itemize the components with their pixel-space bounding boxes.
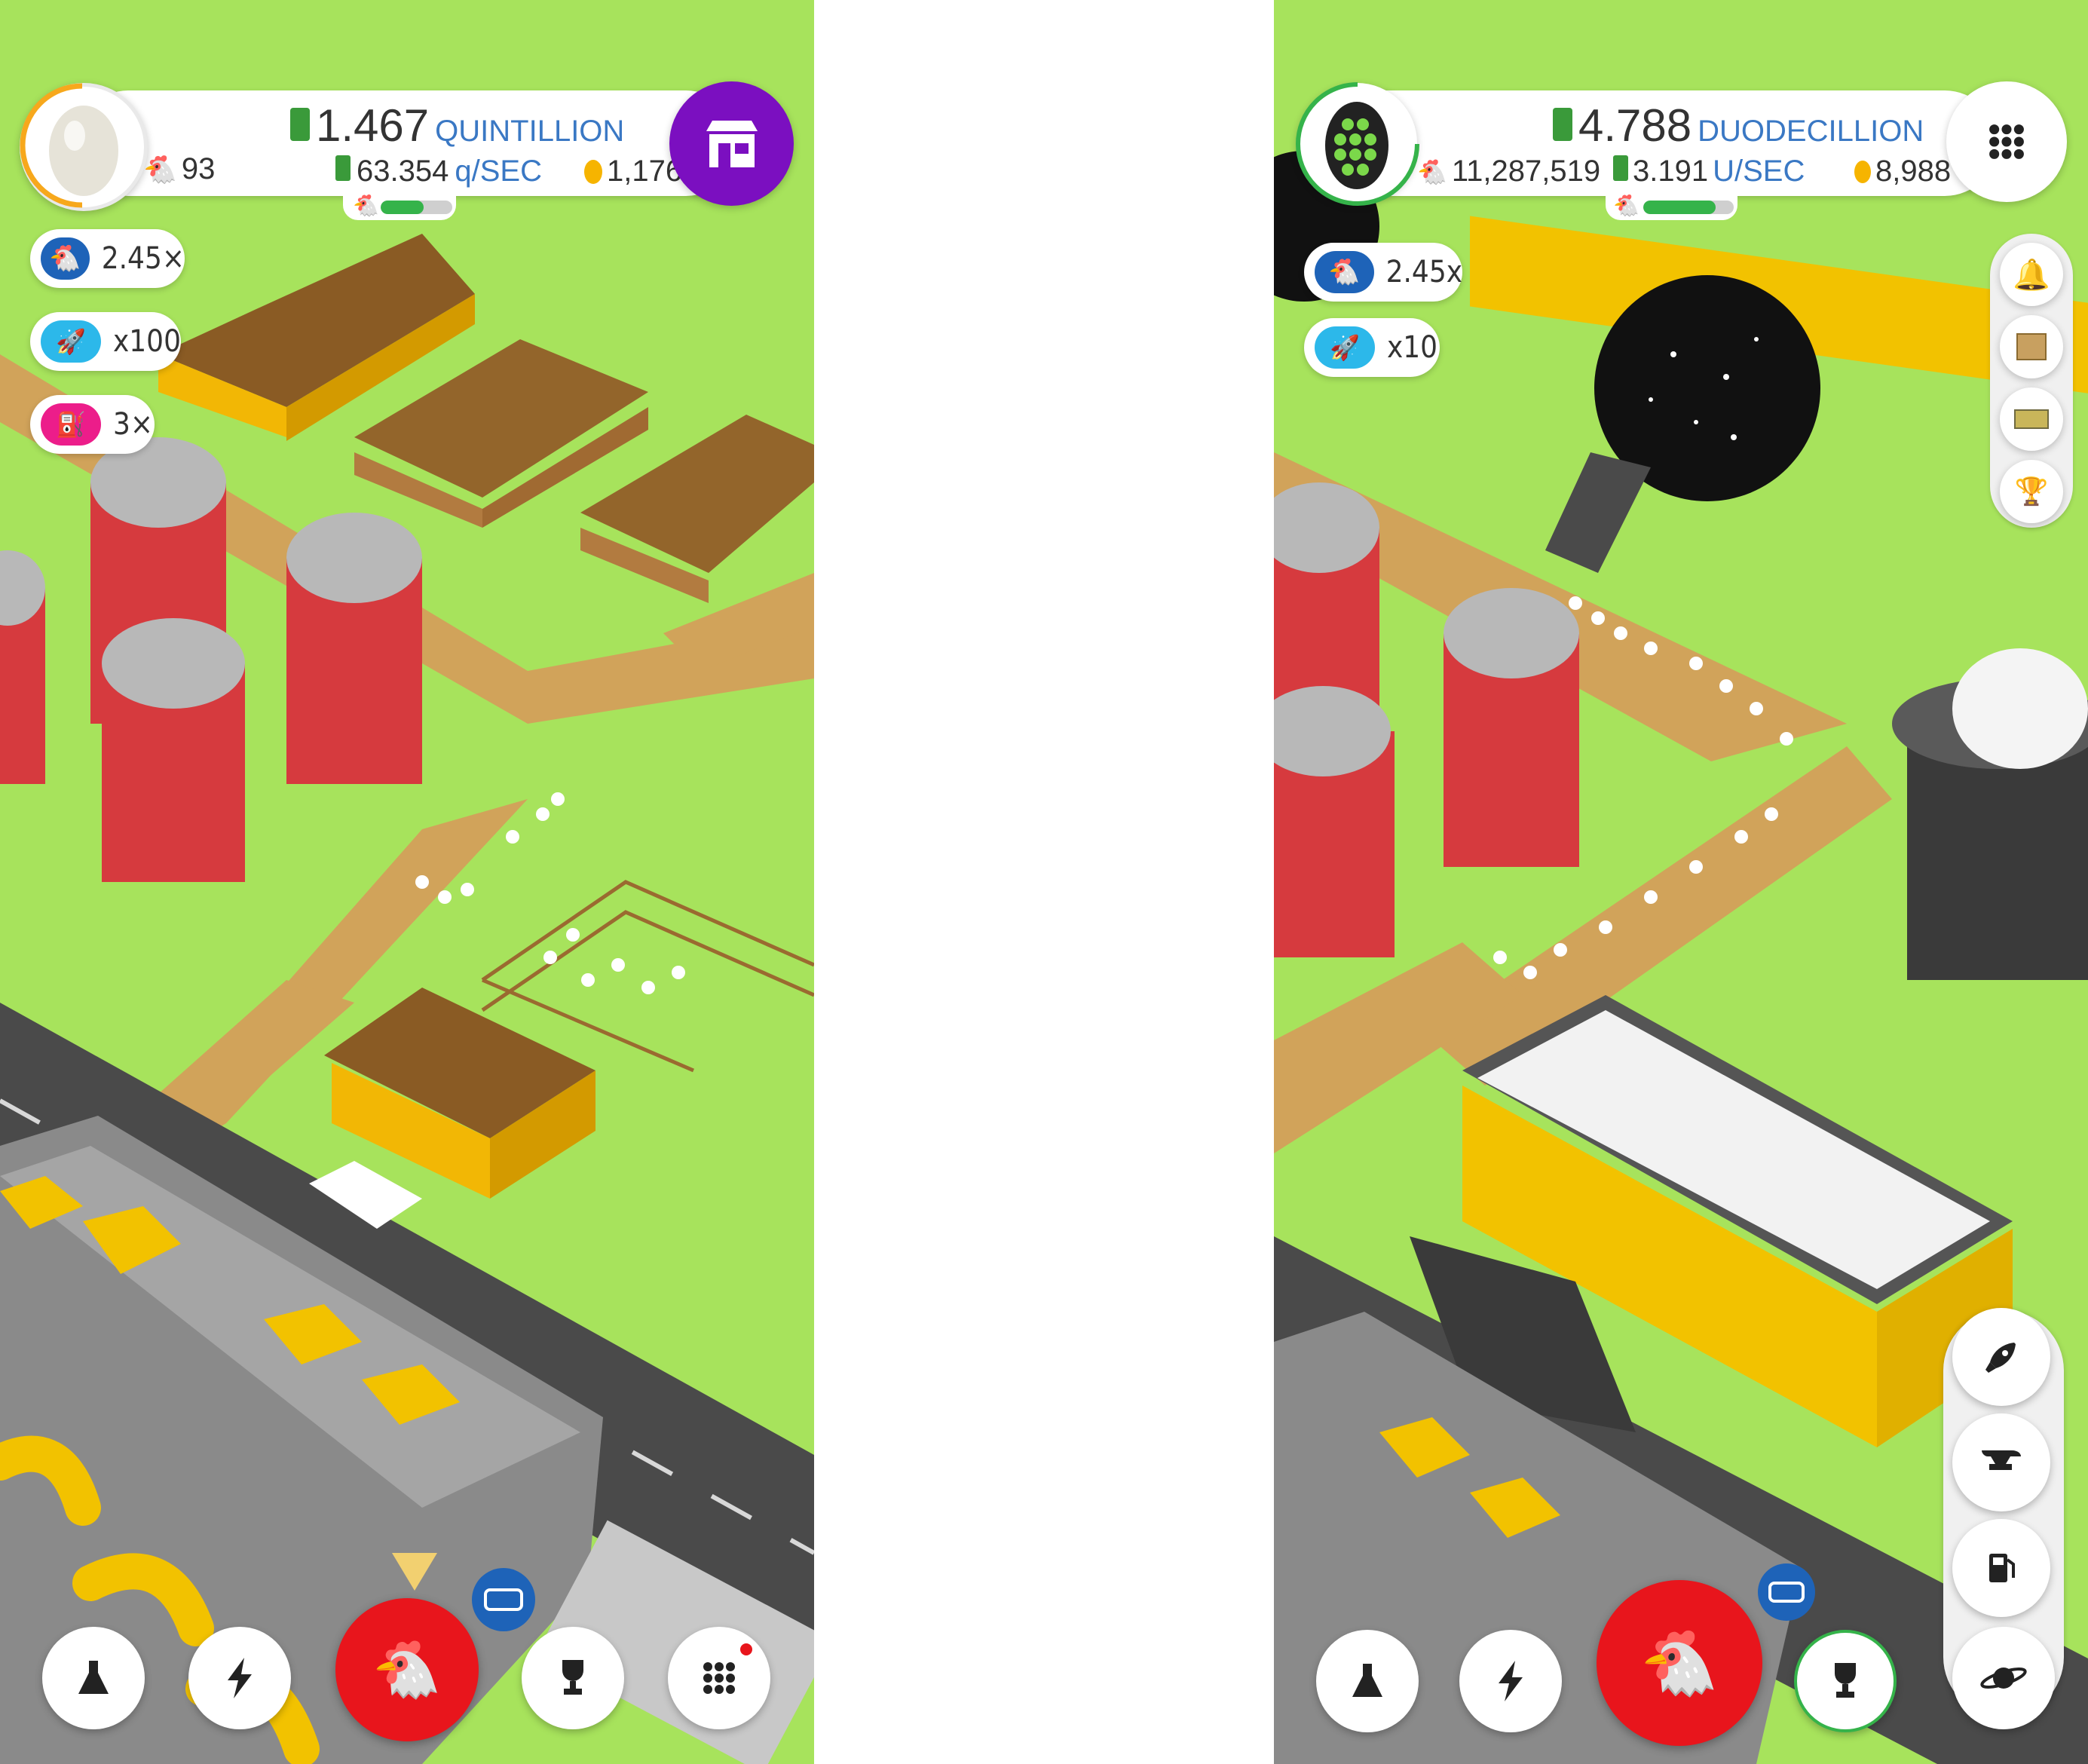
rocket-icon: 🚀 <box>1315 326 1375 369</box>
boost-rocket[interactable]: 🚀 x100 <box>30 312 181 371</box>
mail-box-button[interactable] <box>2000 315 2063 378</box>
boosts-button[interactable] <box>188 1627 291 1729</box>
boost-fuel[interactable]: ⛽ 3× <box>30 395 155 454</box>
cash-readout: 1.467 QUINTILLION <box>290 100 624 152</box>
crate-icon <box>2014 409 2049 429</box>
box-icon <box>2016 333 2047 360</box>
rocket-icon <box>1985 1343 2016 1373</box>
anvil-icon <box>1982 1450 2021 1470</box>
starship-button[interactable] <box>1952 1627 2055 1729</box>
research-button[interactable] <box>42 1627 145 1729</box>
habitat-progress-bar <box>1643 201 1734 214</box>
research-button[interactable] <box>1316 1630 1419 1732</box>
chicken-count-icon: 🐔 <box>143 154 177 185</box>
shop-button[interactable] <box>669 81 794 206</box>
achievements-button[interactable] <box>522 1627 624 1729</box>
chicken-count: 🐔 93 <box>143 152 215 186</box>
game-screen-1: 1.467 QUINTILLION 🐔 93 63.354 q/SEC 1,17… <box>0 0 814 1764</box>
trophy-icon <box>1835 1663 1856 1698</box>
planet-icon <box>1980 1668 2027 1689</box>
habitat-icon: 🐔 <box>1613 193 1639 218</box>
shells-button[interactable] <box>1952 1308 2050 1406</box>
rate-unit: U/SEC <box>1713 155 1805 188</box>
vr-icon <box>484 1588 523 1611</box>
cash-unit: DUODECILLION <box>1698 115 1924 148</box>
rate-cash-icon <box>1613 155 1628 181</box>
rate-unit: q/SEC <box>455 155 542 188</box>
boost-fuel-label: 3× <box>113 407 154 442</box>
fuel-icon: ⛽ <box>41 403 101 446</box>
crate-button[interactable] <box>2000 387 2063 451</box>
chicken-count-value: 93 <box>181 152 216 185</box>
boosts-button[interactable] <box>1459 1630 1562 1732</box>
trophy-icon <box>562 1660 583 1695</box>
chicken-icon: 🐔 <box>1315 251 1374 293</box>
fuel-pump-icon <box>1989 1554 2015 1582</box>
chicken-icon: 🐔 <box>372 1637 442 1702</box>
habitat-icon: 🐔 <box>353 193 379 218</box>
boost-chicken-label: 2.45x <box>1385 255 1462 289</box>
chicken-count-icon: 🐔 <box>1417 157 1447 186</box>
cash-value: 4.788 <box>1578 100 1692 151</box>
bell-icon: 🔔 <box>2013 257 2050 292</box>
flask-icon <box>1352 1664 1382 1697</box>
notifications-button[interactable]: 🔔 <box>2000 243 2063 306</box>
achievements-button[interactable] <box>1794 1630 1897 1732</box>
cash-unit: QUINTILLION <box>435 115 625 148</box>
lightning-icon <box>1499 1661 1523 1701</box>
golden-eggs-value: 8,988 <box>1875 155 1952 188</box>
cash-value: 1.467 <box>316 100 430 151</box>
earning-rate: 3.191 U/SEC <box>1613 155 1805 188</box>
game-screen-2: 4.788 DUODECILLION 🐔 11,287,519 3.191 U/… <box>1274 0 2088 1764</box>
chicken-count: 🐔 11,287,519 <box>1417 155 1600 188</box>
trophy-icon: 🏆 <box>2014 476 2049 507</box>
golden-eggs: 8,988 <box>1854 155 1951 188</box>
vr-badge[interactable] <box>1758 1563 1815 1621</box>
rate-value: 63.354 <box>357 155 449 188</box>
hatch-chicken-button[interactable]: 🐔 <box>1597 1580 1762 1746</box>
lightning-icon <box>228 1658 252 1698</box>
vr-badge[interactable] <box>472 1568 535 1631</box>
grid-icon <box>1989 124 2024 159</box>
notification-dot <box>740 1643 752 1655</box>
fuel-button[interactable] <box>1952 1519 2050 1617</box>
shop-icon <box>706 120 758 167</box>
cash-icon <box>1553 108 1572 141</box>
golden-egg-icon <box>1854 160 1871 183</box>
habitat-progress-fill <box>1643 201 1716 214</box>
trophy-side-button[interactable]: 🏆 <box>2000 460 2063 523</box>
egg-progress-ring <box>1296 82 1419 206</box>
boost-chicken-label: 2.45× <box>101 241 185 276</box>
artifacts-button[interactable] <box>1952 1413 2050 1511</box>
rocket-icon: 🚀 <box>41 320 101 363</box>
boost-rocket-label: x10 <box>1387 330 1438 365</box>
chicken-icon: 🐔 <box>41 237 90 280</box>
boost-chicken[interactable]: 🐔 2.45x <box>1304 243 1462 302</box>
chicken-icon: 🐔 <box>1639 1625 1719 1700</box>
grid-icon <box>703 1662 735 1694</box>
cash-readout: 4.788 DUODECILLION <box>1553 100 1924 152</box>
menu-button[interactable] <box>668 1627 770 1729</box>
earning-rate: 63.354 q/SEC <box>335 155 542 188</box>
golden-eggs: 1,176 <box>584 155 682 188</box>
habitat-progress-fill <box>381 201 424 214</box>
rate-cash-icon <box>335 155 351 181</box>
boost-chicken[interactable]: 🐔 2.45× <box>30 229 185 288</box>
chicken-count-value: 11,287,519 <box>1451 155 1601 188</box>
boost-rocket[interactable]: 🚀 x10 <box>1304 318 1440 377</box>
hatch-chicken-button[interactable]: 🐔 <box>335 1598 479 1741</box>
vr-icon <box>1768 1582 1805 1603</box>
rate-value: 3.191 <box>1633 155 1709 188</box>
menu-button[interactable] <box>1946 81 2067 202</box>
golden-egg-icon <box>584 159 602 184</box>
habitat-progress-bar <box>381 201 452 214</box>
flask-icon <box>78 1661 109 1694</box>
boost-rocket-label: x100 <box>113 324 181 359</box>
egg-progress-ring <box>20 83 83 208</box>
cash-icon <box>290 108 310 141</box>
